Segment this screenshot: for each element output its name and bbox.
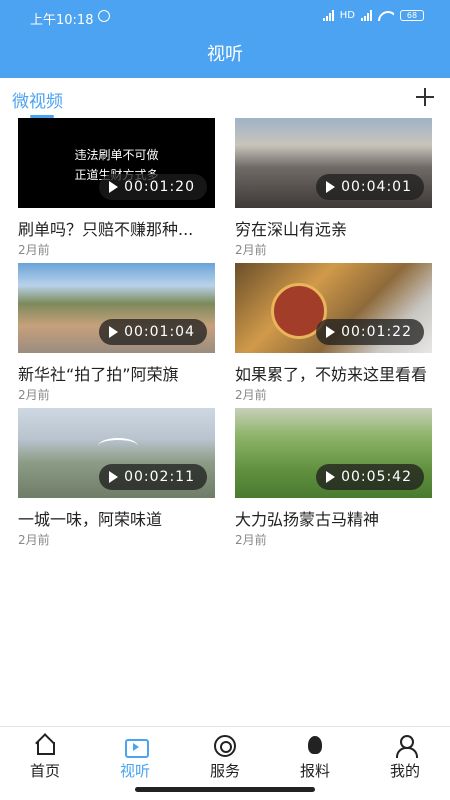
video-time: 2月前 — [235, 533, 267, 547]
nav-label: 视听 — [119, 762, 150, 780]
fire-icon — [304, 735, 326, 755]
duration-text: 00:01:04 — [124, 324, 195, 340]
play-icon — [326, 471, 336, 483]
video-time: 2月前 — [235, 388, 267, 402]
video-thumbnail[interactable]: 00:01:04 — [18, 263, 215, 353]
duration-badge: 00:02:11 — [99, 464, 207, 490]
status-time: 上午10:18 — [30, 13, 94, 28]
duration-badge: 00:01:22 — [316, 319, 424, 345]
video-thumbnail[interactable]: 00:02:11 — [18, 408, 215, 498]
nav-item-mine[interactable]: 我的 — [360, 727, 450, 783]
video-title[interactable]: 大力弘扬蒙古马精神 — [235, 506, 432, 530]
video-title[interactable]: 新华社“拍了拍”阿荣旗 — [18, 361, 215, 385]
top-bar: 上午10:18 HD 68 视听 — [0, 0, 450, 78]
nav-item-audiovisual[interactable]: 视听 — [90, 727, 180, 783]
video-thumbnail[interactable]: 00:05:42 — [235, 408, 432, 498]
battery-icon: 68 — [400, 9, 424, 21]
city-logo-image — [98, 438, 138, 454]
user-icon — [394, 735, 418, 758]
video-time: 2月前 — [18, 388, 50, 402]
video-card[interactable]: 00:01:22 如果累了，不妨来这里看看 2月前 — [235, 263, 432, 402]
video-grid: 违法刷单不可做 正道生财方式多 00:01:20 刷单吗？只赔不赚那种... 2… — [18, 118, 432, 547]
duration-text: 00:04:01 — [341, 179, 412, 195]
page-title: 视听 — [207, 44, 243, 65]
alarm-icon — [98, 10, 110, 22]
duration-badge: 00:05:42 — [316, 464, 424, 490]
video-thumbnail[interactable]: 违法刷单不可做 正道生财方式多 00:01:20 — [18, 118, 215, 208]
duration-text: 00:01:20 — [124, 179, 195, 195]
service-icon — [214, 735, 236, 757]
play-icon — [109, 471, 119, 483]
nav-label: 服务 — [209, 762, 240, 780]
nav-item-report[interactable]: 报料 — [270, 727, 360, 783]
play-icon — [326, 181, 336, 193]
video-card[interactable]: 00:01:04 新华社“拍了拍”阿荣旗 2月前 — [18, 263, 215, 402]
home-indicator[interactable] — [135, 787, 315, 792]
video-card[interactable]: 违法刷单不可做 正道生财方式多 00:01:20 刷单吗？只赔不赚那种... 2… — [18, 118, 215, 257]
video-card[interactable]: 00:04:01 穷在深山有远亲 2月前 — [235, 118, 432, 257]
duration-badge: 00:04:01 — [316, 174, 424, 200]
tv-icon — [124, 735, 149, 758]
nav-label: 报料 — [299, 762, 330, 780]
duration-text: 00:05:42 — [341, 469, 412, 485]
thumbnail-caption: 违法刷单不可做 — [74, 148, 159, 162]
video-title[interactable]: 刷单吗？只赔不赚那种... — [18, 216, 215, 240]
video-thumbnail[interactable]: 00:04:01 — [235, 118, 432, 208]
tab-bar: 微视频 — [0, 78, 450, 118]
play-icon — [109, 181, 119, 193]
video-time: 2月前 — [18, 243, 50, 257]
nav-label: 首页 — [29, 762, 60, 780]
nav-item-home[interactable]: 首页 — [0, 727, 90, 783]
home-icon — [34, 735, 56, 755]
network-type: HD — [339, 9, 355, 21]
video-card[interactable]: 00:02:11 一城一味，阿荣味道 2月前 — [18, 408, 215, 547]
wifi-icon — [378, 9, 394, 21]
video-title[interactable]: 穷在深山有远亲 — [235, 216, 432, 240]
play-icon — [109, 326, 119, 338]
play-icon — [326, 326, 336, 338]
video-title[interactable]: 一城一味，阿荣味道 — [18, 506, 215, 530]
video-card[interactable]: 00:05:42 大力弘扬蒙古马精神 2月前 — [235, 408, 432, 547]
duration-badge: 00:01:04 — [99, 319, 207, 345]
video-thumbnail[interactable]: 00:01:22 — [235, 263, 432, 353]
signal-icon-2 — [361, 9, 372, 21]
duration-text: 00:02:11 — [124, 469, 195, 485]
video-time: 2月前 — [18, 533, 50, 547]
nav-item-service[interactable]: 服务 — [180, 727, 270, 783]
tab-micro-video[interactable]: 微视频 — [12, 87, 63, 112]
signal-icon — [322, 9, 334, 21]
video-title[interactable]: 如果累了，不妨来这里看看 — [235, 361, 432, 385]
status-bar: 上午10:18 HD 68 — [0, 0, 450, 34]
status-right: HD 68 — [322, 9, 424, 21]
video-time: 2月前 — [235, 243, 267, 257]
add-channel-icon[interactable] — [416, 88, 434, 106]
duration-badge: 00:01:20 — [99, 174, 207, 200]
nav-label: 我的 — [389, 762, 420, 780]
duration-text: 00:01:22 — [341, 324, 412, 340]
